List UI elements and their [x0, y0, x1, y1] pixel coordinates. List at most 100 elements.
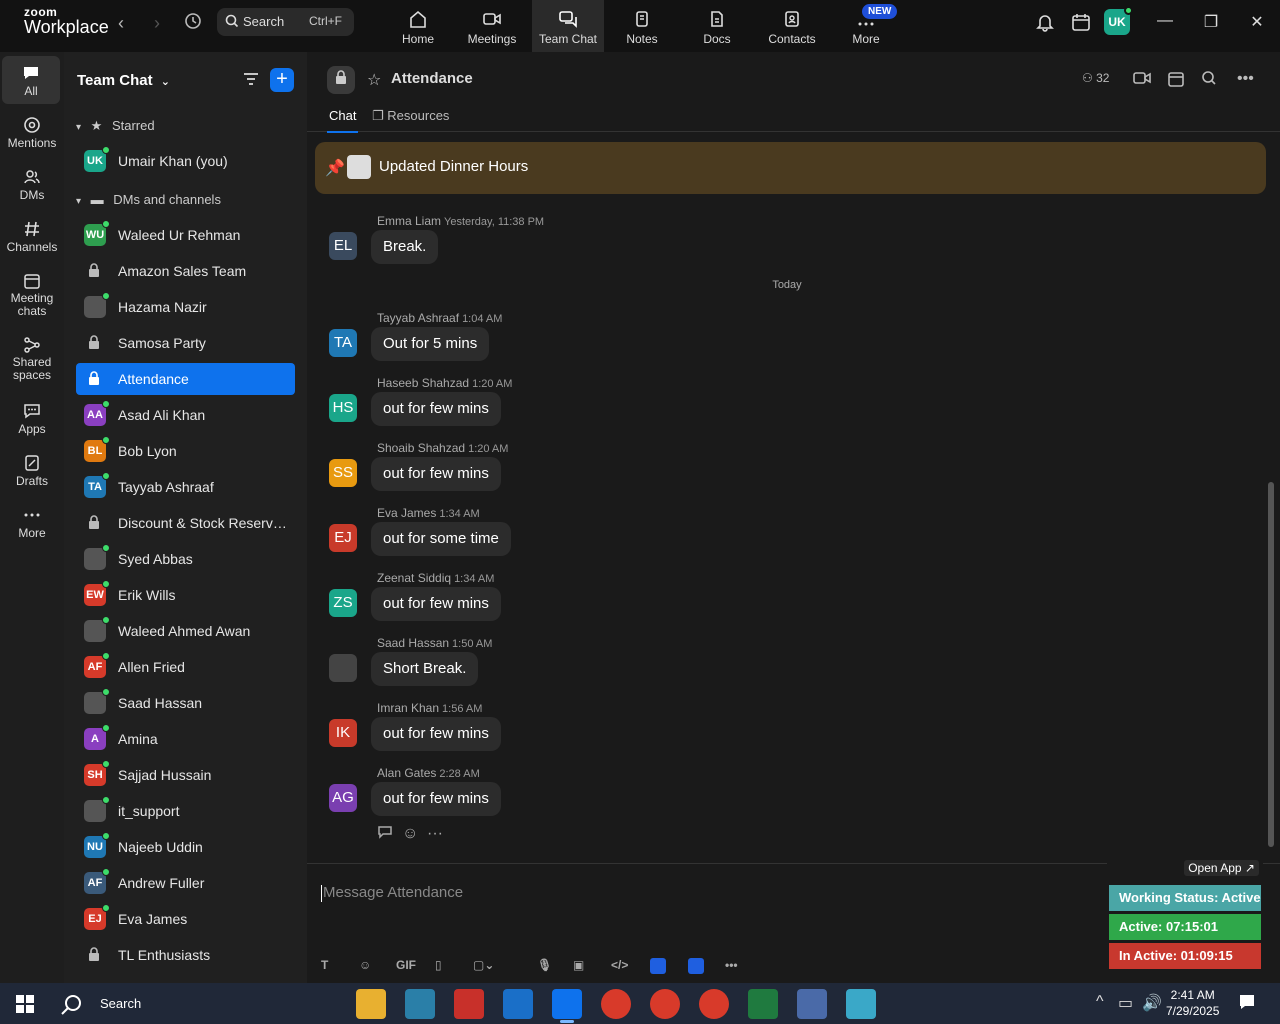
avatar[interactable]: SS	[329, 459, 357, 487]
taskbar-clock[interactable]: 2:41 AM 7/29/2025	[1166, 987, 1219, 1019]
windows-start-icon[interactable]	[16, 995, 34, 1018]
sidebar-item[interactable]: BL Bob Lyon	[76, 435, 295, 467]
sidebar-item[interactable]: it_support	[76, 795, 295, 827]
sidebar-item[interactable]: TL Enthusiasts	[76, 939, 295, 971]
network-icon[interactable]: ▭	[1118, 993, 1133, 1013]
excel-icon[interactable]	[748, 989, 778, 1019]
app-icon-1[interactable]	[650, 958, 666, 974]
chrome-icon[interactable]	[601, 989, 631, 1019]
rail-item-more[interactable]: More	[0, 506, 64, 540]
sidebar-item[interactable]: NU Najeeb Uddin	[76, 831, 295, 863]
video-message-icon[interactable]: ▣	[573, 958, 584, 972]
reply-icon[interactable]	[377, 825, 393, 844]
rail-item-shared-spaces[interactable]: Shared spaces	[0, 336, 64, 382]
rail-item-drafts[interactable]: Drafts	[0, 454, 64, 488]
search-input[interactable]: Search Ctrl+F	[217, 8, 354, 36]
tab-resources[interactable]: ❐ Resources	[372, 108, 449, 124]
sidebar-title[interactable]: Team Chat ⌄	[77, 72, 170, 89]
avatar[interactable]: EJ	[329, 524, 357, 552]
sender-name[interactable]: Alan Gates	[377, 766, 436, 780]
sidebar-item[interactable]: Amazon Sales Team	[76, 255, 295, 287]
new-chat-button[interactable]: +	[270, 68, 294, 92]
message-item[interactable]: EL Emma Liam Yesterday, 11:38 PM Break.	[329, 214, 929, 274]
message-input[interactable]: Message Attendance	[320, 884, 463, 902]
zoom-icon[interactable]	[552, 989, 582, 1023]
user-avatar[interactable]: UK	[1104, 6, 1133, 35]
message-item[interactable]: ZS Zeenat Siddiq 1:34 AM out for few mins	[329, 571, 929, 631]
sidebar-item[interactable]: AF Andrew Fuller	[76, 867, 295, 899]
avatar[interactable]	[329, 654, 357, 682]
minimize-icon[interactable]: —	[1153, 12, 1177, 34]
sidebar-item[interactable]: EJ Eva James	[76, 903, 295, 935]
message-item[interactable]: SS Shoaib Shahzad 1:20 AM out for few mins	[329, 441, 929, 501]
sender-name[interactable]: Imran Khan	[377, 701, 439, 715]
member-count[interactable]: ⚇ 32	[1082, 71, 1109, 85]
emoji-icon[interactable]: ☺	[359, 958, 371, 972]
tab-home[interactable]: Home	[382, 0, 454, 52]
sidebar-item[interactable]: AF Allen Fried	[76, 651, 295, 683]
sidebar-item[interactable]: Hazama Nazir	[76, 291, 295, 323]
open-app-button[interactable]: Open App ↗	[1184, 860, 1259, 876]
restore-icon[interactable]: ❐	[1199, 12, 1223, 34]
tab-team-chat[interactable]: Team Chat	[532, 0, 604, 52]
avatar[interactable]: HS	[329, 394, 357, 422]
avatar[interactable]: AG	[329, 784, 357, 812]
emoji-reaction-icon[interactable]: ☺	[402, 825, 418, 843]
pinned-message[interactable]: 📌 Updated Dinner Hours	[315, 142, 1266, 194]
code-icon[interactable]: </>	[611, 958, 628, 972]
message-item[interactable]: AG Alan Gates 2:28 AM out for few mins	[329, 766, 929, 826]
tab-docs[interactable]: Docs	[681, 0, 753, 52]
tab-chat[interactable]: Chat	[326, 108, 359, 133]
sender-name[interactable]: Shoaib Shahzad	[377, 441, 465, 455]
section-starred[interactable]: ▾ ★ Starred	[76, 118, 155, 134]
outlook-icon[interactable]	[503, 989, 533, 1019]
bell-icon[interactable]	[1036, 12, 1054, 37]
sidebar-item-starred[interactable]: UK Umair Khan (you)	[76, 145, 295, 177]
sender-name[interactable]: Saad Hassan	[377, 636, 449, 650]
sender-name[interactable]: Emma Liam	[377, 214, 441, 228]
chevron-up-icon[interactable]: ^	[1096, 993, 1104, 1011]
rail-item-dms[interactable]: DMs	[0, 168, 64, 202]
sidebar-item[interactable]: AA Asad Ali Khan	[76, 399, 295, 431]
sidebar-item[interactable]: TA Tayyab Ashraaf	[76, 471, 295, 503]
rail-item-all[interactable]: All	[2, 56, 60, 104]
avatar[interactable]: TA	[329, 329, 357, 357]
gif-icon[interactable]: GIF	[396, 958, 416, 972]
rail-item-mentions[interactable]: Mentions	[0, 116, 64, 150]
volume-icon[interactable]: 🔊	[1142, 993, 1162, 1013]
message-more-icon[interactable]: ···	[427, 825, 443, 843]
sidebar-item[interactable]: Saad Hassan	[76, 687, 295, 719]
sender-name[interactable]: Zeenat Siddiq	[377, 571, 451, 585]
tab-notes[interactable]: Notes	[606, 0, 678, 52]
message-item[interactable]: EJ Eva James 1:34 AM out for some time	[329, 506, 929, 566]
taskbar-search[interactable]: Search	[60, 993, 141, 1020]
chrome-icon[interactable]	[650, 989, 680, 1019]
sidebar-item[interactable]: Samosa Party	[76, 327, 295, 359]
section-dms[interactable]: ▾ ▬ DMs and channels	[76, 192, 221, 207]
more-options-icon[interactable]: •••	[1237, 70, 1254, 88]
sidebar-item[interactable]: WU Waleed Ur Rehman	[76, 219, 295, 251]
file-icon[interactable]: ▯	[435, 958, 442, 972]
app-icon[interactable]	[846, 989, 876, 1019]
close-icon[interactable]: ✕	[1245, 12, 1269, 34]
avatar[interactable]: ZS	[329, 589, 357, 617]
schedule-icon[interactable]	[1167, 70, 1185, 93]
scrollbar[interactable]	[1268, 482, 1274, 847]
filezilla-icon[interactable]	[454, 989, 484, 1019]
rail-item-channels[interactable]: Channels	[0, 220, 64, 254]
calendar-icon[interactable]	[1071, 12, 1091, 37]
screenshot-icon[interactable]: ▢⌄	[473, 958, 494, 972]
back-icon[interactable]: ‹	[110, 12, 132, 34]
rail-item-meeting-chats[interactable]: Meeting chats	[0, 272, 64, 318]
message-item[interactable]: Saad Hassan 1:50 AM Short Break.	[329, 636, 929, 696]
search-icon[interactable]	[1201, 70, 1217, 91]
avatar[interactable]: EL	[329, 232, 357, 260]
chrome-icon[interactable]	[699, 989, 729, 1019]
forward-icon[interactable]: ›	[146, 12, 168, 34]
app-icon[interactable]	[405, 989, 435, 1019]
sidebar-item[interactable]: Waleed Ahmed Awan	[76, 615, 295, 647]
sidebar-item[interactable]: SH Sajjad Hussain	[76, 759, 295, 791]
calculator-icon[interactable]	[797, 989, 827, 1019]
video-call-icon[interactable]	[1132, 70, 1152, 91]
app-icon-2[interactable]	[688, 958, 704, 974]
